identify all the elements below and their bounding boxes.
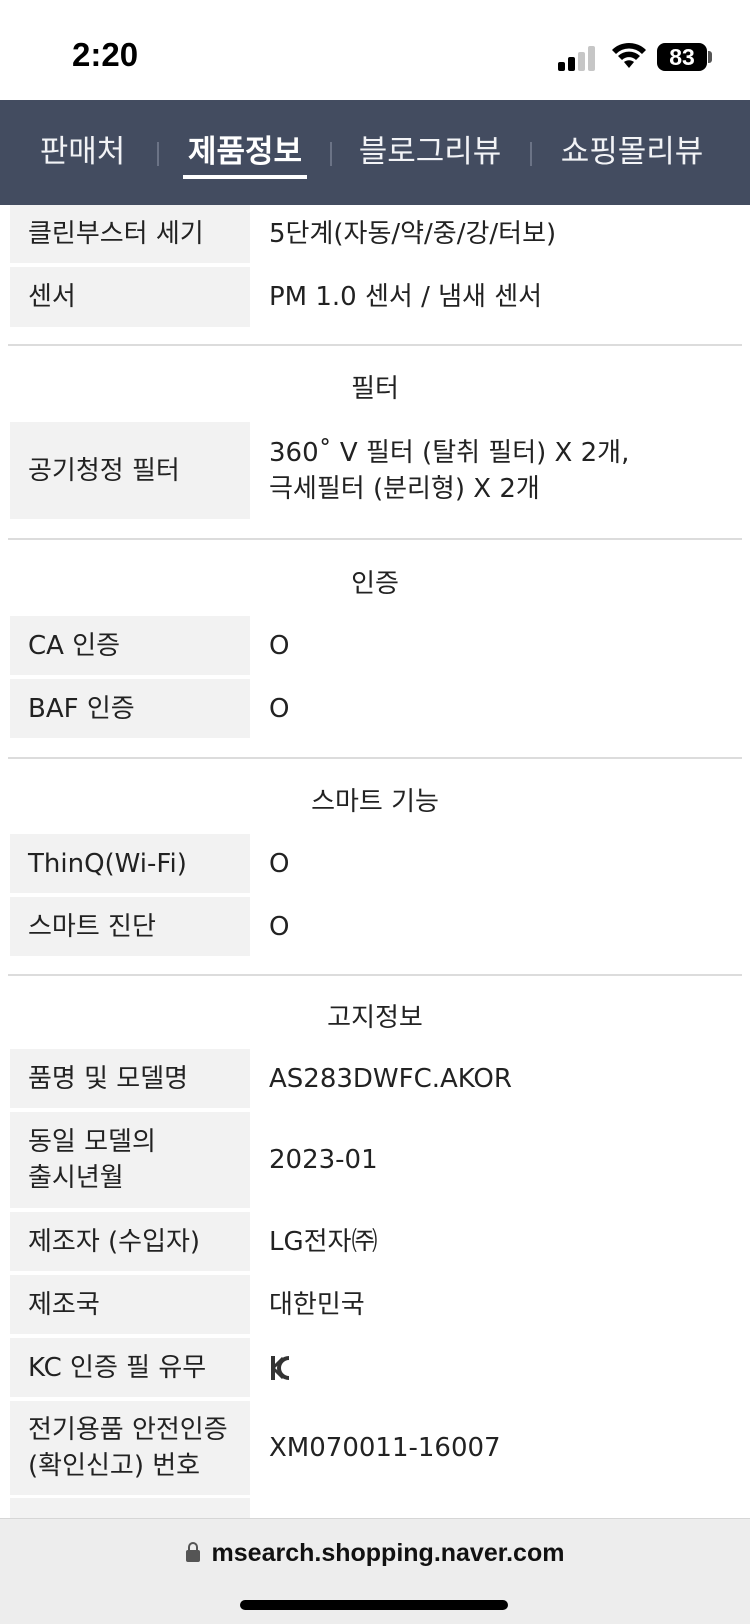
battery-tip	[708, 51, 712, 63]
spec-value: O	[253, 834, 740, 893]
spec-label: 센서	[10, 267, 250, 327]
spec-value: O	[253, 679, 740, 738]
status-time: 2:20	[72, 36, 139, 73]
spec-label: 공기청정 필터	[10, 422, 250, 519]
spec-value: O	[253, 897, 740, 956]
section-title-smart: 스마트 기능	[311, 787, 439, 817]
url-text: msearch.shopping.naver.com	[211, 1539, 565, 1567]
spec-value: XM070011-16007	[253, 1401, 740, 1495]
spec-value-line: 360˚ V 필터 (탈취 필터) X 2개,	[269, 437, 630, 468]
wifi-icon	[612, 42, 646, 68]
tab-divider	[330, 142, 332, 166]
tab-divider	[530, 142, 532, 166]
battery-icon: 83	[657, 43, 707, 71]
spec-label: BAF 인증	[10, 679, 250, 738]
section-title-filter: 필터	[351, 374, 399, 404]
spec-label-line: 출시년월	[28, 1163, 124, 1193]
section-divider	[8, 344, 742, 346]
spec-row: 스마트 진단 O	[10, 897, 740, 956]
spec-label	[10, 1498, 250, 1518]
url-display[interactable]: msearch.shopping.naver.com	[0, 1539, 750, 1568]
cellular-signal-icon	[558, 45, 598, 71]
status-bar: 2:20 83	[0, 0, 750, 100]
spec-row: 제조자 (수입자) LG전자㈜	[10, 1212, 740, 1271]
spec-label: 품명 및 모델명	[10, 1049, 250, 1108]
spec-label: 제조자 (수입자)	[10, 1212, 250, 1271]
spec-value: AS283DWFC.AKOR	[253, 1049, 740, 1108]
spec-value: 5단계(자동/약/중/강/터보)	[253, 205, 740, 263]
spec-value-line: 극세필터 (분리형) X 2개	[269, 473, 540, 504]
spec-label: KC 인증 필 유무	[10, 1338, 250, 1397]
spec-label: 클린부스터 세기	[10, 205, 250, 263]
product-tab-bar: 판매처 제품정보 블로그리뷰 쇼핑몰리뷰	[0, 100, 750, 205]
spec-row-partial	[10, 1498, 740, 1518]
section-title-notice: 고지정보	[327, 1003, 423, 1033]
section-divider	[8, 757, 742, 759]
spec-label: ThinQ(Wi-Fi)	[10, 834, 250, 893]
tab-seller[interactable]: 판매처	[30, 100, 135, 205]
spec-label: 동일 모델의 출시년월	[10, 1112, 250, 1208]
tab-mall-review[interactable]: 쇼핑몰리뷰	[560, 100, 704, 205]
spec-value: O	[253, 616, 740, 675]
spec-label-line: 동일 모델의	[28, 1127, 156, 1157]
spec-row: 제조국 대한민국	[10, 1275, 740, 1334]
spec-label: 전기용품 안전인증 (확인신고) 번호	[10, 1401, 250, 1495]
spec-row: 품명 및 모델명 AS283DWFC.AKOR	[10, 1049, 740, 1108]
spec-value: LG전자㈜	[253, 1212, 740, 1271]
tab-blog-review[interactable]: 블로그리뷰	[358, 100, 502, 205]
spec-row: 공기청정 필터 360˚ V 필터 (탈취 필터) X 2개, 극세필터 (분리…	[10, 422, 740, 519]
spec-row: 전기용품 안전인증 (확인신고) 번호 XM070011-16007	[10, 1401, 740, 1495]
lock-icon	[185, 1542, 200, 1562]
spec-label-line: 전기용품 안전인증	[28, 1415, 228, 1445]
spec-row: CA 인증 O	[10, 616, 740, 675]
kc-mark-icon	[271, 1355, 290, 1380]
section-divider	[8, 538, 742, 540]
home-indicator[interactable]	[240, 1600, 508, 1610]
spec-row: 센서 PM 1.0 센서 / 냄새 센서	[10, 267, 740, 327]
tab-divider	[157, 142, 159, 166]
spec-value: 2023-01	[253, 1112, 740, 1208]
spec-label: 제조국	[10, 1275, 250, 1334]
spec-row: BAF 인증 O	[10, 679, 740, 738]
spec-row: 동일 모델의 출시년월 2023-01	[10, 1112, 740, 1208]
section-divider	[8, 974, 742, 976]
spec-value	[253, 1498, 740, 1518]
spec-label: 스마트 진단	[10, 897, 250, 956]
spec-value: 360˚ V 필터 (탈취 필터) X 2개, 극세필터 (분리형) X 2개	[253, 422, 740, 519]
spec-value: 대한민국	[253, 1275, 740, 1334]
spec-row: KC 인증 필 유무	[10, 1338, 740, 1397]
section-title-cert: 인증	[351, 569, 399, 599]
spec-label: CA 인증	[10, 616, 250, 675]
spec-value	[253, 1338, 740, 1397]
spec-value: PM 1.0 센서 / 냄새 센서	[253, 267, 740, 327]
spec-row: ThinQ(Wi-Fi) O	[10, 834, 740, 893]
spec-label-line: (확인신고) 번호	[28, 1451, 201, 1481]
spec-row: 클린부스터 세기 5단계(자동/약/중/강/터보)	[10, 205, 740, 263]
tab-product-info[interactable]: 제품정보	[183, 100, 307, 205]
